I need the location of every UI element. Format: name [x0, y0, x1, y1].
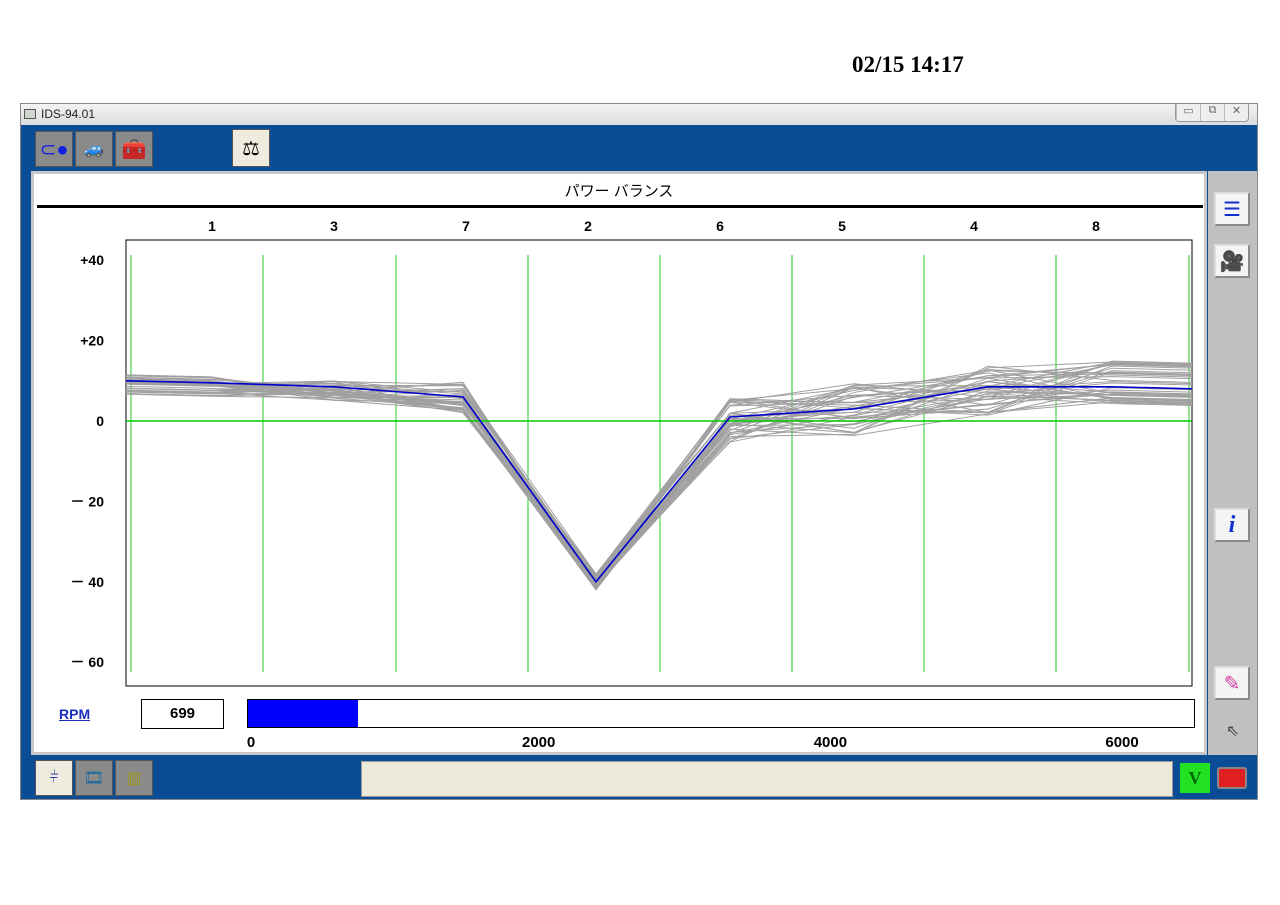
film-icon: 🎞 — [83, 770, 105, 787]
window-title: IDS-94.01 — [41, 107, 96, 121]
list-icon: ☰ — [1223, 198, 1241, 221]
panel-title: パワー バランス — [564, 183, 674, 200]
rpm-tick-label: 2000 — [522, 734, 556, 751]
cylinder-label: 4 — [970, 218, 978, 234]
cylinder-label: 1 — [208, 218, 216, 234]
rpm-tick-label: 6000 — [1105, 734, 1139, 751]
cylinder-label: 3 — [330, 218, 338, 234]
close-button[interactable]: ✕ — [1224, 104, 1248, 121]
battery-icon — [1217, 767, 1247, 789]
record-button[interactable]: 🎥 — [1214, 244, 1250, 278]
y-tick-label: － 20 — [71, 493, 105, 509]
scale-icon: ⚖ — [242, 137, 260, 160]
abcd-icon: ▥ — [126, 770, 142, 787]
camera-icon: 🎥 — [1219, 250, 1245, 273]
datetime: 02/15 14:17 — [852, 52, 964, 77]
app-icon — [24, 109, 36, 119]
cylinder-label: 2 — [584, 218, 592, 234]
app-window: IDS-94.01 ▭ ⧉ ✕ ⊂● 🚙 🧰 ⚖ パワー バランス 1 3 7 2 6 5… — [20, 103, 1258, 800]
voltage-battery-icon: V — [1180, 763, 1210, 793]
rpm-value: 699 — [141, 699, 224, 729]
erase-button[interactable]: ✎ — [1214, 666, 1250, 700]
right-toolbar: ☰ 🎥 i ✎ ⇖ — [1208, 171, 1257, 755]
cylinder-label: 7 — [462, 218, 470, 234]
title-bar: IDS-94.01 ▭ ⧉ ✕ — [21, 104, 1257, 125]
info-icon: i — [1228, 511, 1236, 538]
power-balance-panel: パワー バランス 1 3 7 2 6 5 4 8 +40 +20 0 － 20 － 40 － 60 RPM… — [31, 171, 1207, 755]
list-button[interactable]: ☰ — [1214, 192, 1250, 226]
car-icon: 🚙 — [84, 141, 104, 158]
cylinder-label: 6 — [716, 218, 724, 234]
y-tick-label: － 60 — [71, 654, 105, 670]
y-tick-label: 0 — [96, 413, 104, 429]
plot-area — [125, 239, 1193, 687]
tab-connector[interactable]: ⊂● — [35, 131, 73, 167]
tab-power-balance[interactable]: ⚖ — [232, 129, 270, 167]
graph-icon: ⫩ — [49, 769, 59, 786]
tab-toolbox[interactable]: 🧰 — [115, 131, 153, 167]
toolbox-icon: 🧰 — [121, 138, 147, 161]
title-divider — [37, 205, 1203, 208]
rpm-tick-label: 4000 — [813, 734, 848, 751]
rpm-label[interactable]: RPM — [59, 706, 90, 722]
rpm-bar-fill — [248, 700, 359, 727]
bottom-bar: ⫩ 🎞 ▥ V — [21, 758, 1257, 800]
tab-film[interactable]: 🎞 — [75, 760, 113, 796]
power-balance-chart: 1 3 7 2 6 5 4 8 +40 +20 0 － 20 － 40 － 60 — [71, 218, 1193, 687]
cylinder-label: 8 — [1092, 218, 1100, 234]
status-area — [361, 761, 1173, 797]
tab-abcd[interactable]: ▥ — [115, 760, 153, 796]
tab-graph[interactable]: ⫩ — [35, 760, 73, 796]
rpm-tick-label: 0 — [246, 734, 256, 751]
cylinder-label: 5 — [838, 218, 846, 234]
restore-button[interactable]: ⧉ — [1200, 104, 1224, 121]
eraser-icon: ✎ — [1223, 672, 1241, 695]
tab-vehicle[interactable]: 🚙 — [75, 131, 113, 167]
y-tick-label: +20 — [80, 333, 104, 349]
info-button[interactable]: i — [1214, 508, 1250, 542]
cursor-icon: ⇖ — [1226, 723, 1240, 740]
rpm-bar — [247, 699, 1195, 728]
y-tick-label: － 40 — [71, 574, 105, 590]
y-tick-label: +40 — [80, 252, 104, 268]
connector-icon: ⊂● — [39, 138, 69, 161]
minimize-button[interactable]: ▭ — [1176, 104, 1200, 121]
